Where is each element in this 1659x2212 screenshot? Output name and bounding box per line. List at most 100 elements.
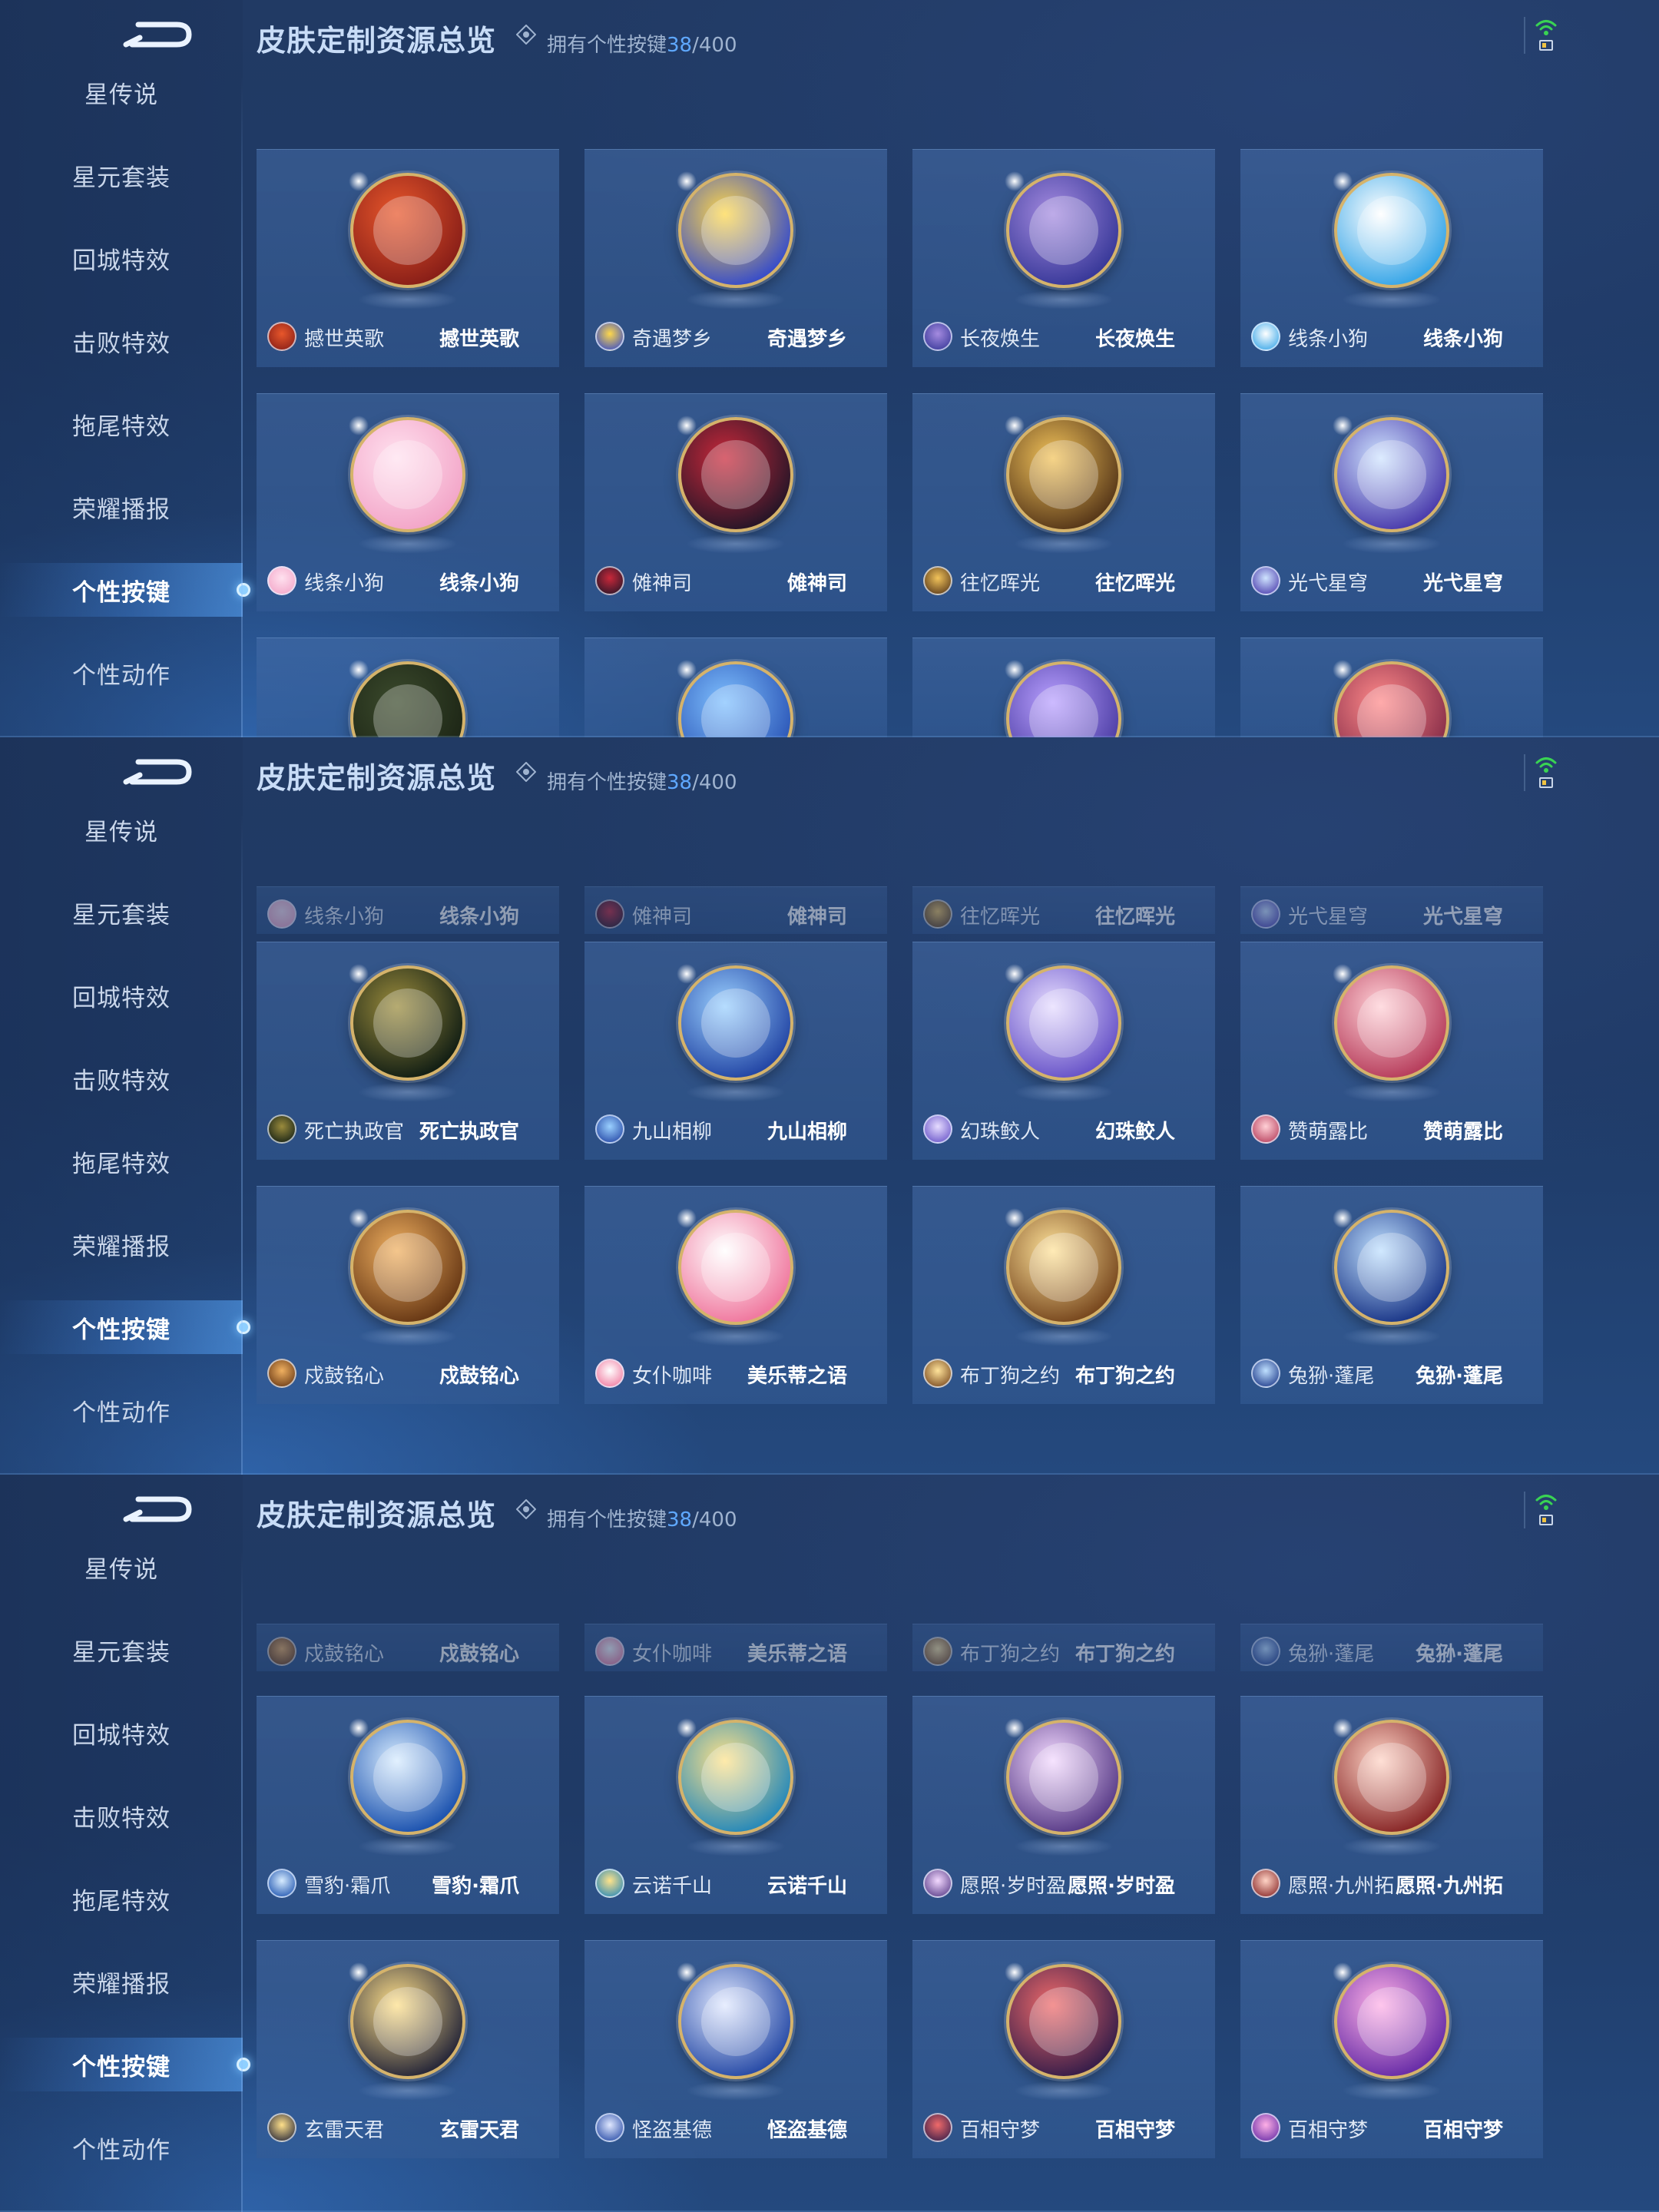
skin-card[interactable]: 九山相柳 九山相柳 [584, 942, 887, 1160]
emblem-reflection [686, 1836, 786, 1856]
info-icon[interactable] [516, 1499, 536, 1519]
skin-card[interactable]: 愿照·九州拓 愿照·九州拓 [1240, 1696, 1543, 1914]
emblem-reflection [358, 534, 458, 554]
sidebar-item-3[interactable]: 回城特效 [0, 231, 243, 285]
skin-card[interactable]: 奇遇梦乡 奇遇梦乡 [584, 149, 887, 367]
skin-card[interactable]: 戍鼓铭心 戍鼓铭心 [257, 1624, 559, 1671]
skin-name: 死亡执政官 [419, 1121, 519, 1144]
emblem-core [701, 1743, 770, 1812]
sparkle-icon [349, 1208, 369, 1228]
sidebar-item-3[interactable]: 回城特效 [0, 1706, 243, 1760]
sidebar-item-1[interactable]: 星传说 [0, 65, 243, 119]
skin-card[interactable]: 怪盗基德 怪盗基德 [584, 1940, 887, 2158]
skin-card[interactable]: 线条小狗 线条小狗 [1240, 149, 1543, 367]
skin-card[interactable]: 幻珠鲛人 幻珠鲛人 [912, 942, 1215, 1160]
hero-name: 布丁狗之约 [960, 1365, 1061, 1388]
owned-count: 38 [667, 34, 693, 57]
sidebar-item-1[interactable]: 星传说 [0, 1540, 243, 1594]
skin-card[interactable]: 雪豹·霜爪 雪豹·霜爪 [257, 1696, 559, 1914]
hero-name: 死亡执政官 [304, 1121, 405, 1144]
sidebar-item-4[interactable]: 击败特效 [0, 1051, 243, 1105]
skin-emblem-icon [1005, 964, 1121, 1081]
skin-name: 线条小狗 [439, 906, 519, 929]
sidebar-item-5[interactable]: 拖尾特效 [0, 1134, 243, 1188]
skin-card[interactable]: 百相守梦 百相守梦 [912, 1940, 1215, 2158]
skin-card[interactable] [912, 637, 1215, 737]
emblem-reflection [1014, 1836, 1114, 1856]
skin-card[interactable]: 死亡执政官 死亡执政官 [257, 942, 559, 1160]
skin-name: 傩神司 [786, 572, 847, 595]
skin-card[interactable]: 云诺千山 云诺千山 [584, 1696, 887, 1914]
skin-name: 长夜焕生 [1094, 328, 1175, 351]
skin-card[interactable] [257, 637, 559, 737]
skin-card[interactable]: 兔狲·蓬尾 兔狲·蓬尾 [1240, 1186, 1543, 1404]
sidebar-item-7[interactable]: 个性按键 [0, 1300, 250, 1354]
skin-card[interactable]: 兔狲·蓬尾 兔狲·蓬尾 [1240, 1624, 1543, 1671]
skin-card[interactable]: 布丁狗之约 布丁狗之约 [912, 1186, 1215, 1404]
sparkle-icon [349, 1718, 369, 1738]
skin-card[interactable]: 往忆晖光 往忆晖光 [912, 393, 1215, 611]
sidebar-item-7[interactable]: 个性按键 [0, 563, 250, 617]
wifi-icon [1535, 20, 1557, 35]
screen: 星传说 星元套装 回城特效 击败特效 拖尾特效 荣耀播报 个性按键 个性动作 皮肤定制资源总览… [0, 0, 1659, 2212]
skin-emblem-icon [677, 1718, 793, 1835]
sidebar-item-1[interactable]: 星传说 [0, 803, 243, 856]
emblem-core [373, 988, 442, 1058]
back-button[interactable] [123, 754, 192, 790]
sidebar-item-6[interactable]: 荣耀播报 [0, 1217, 243, 1271]
sidebar-item-5[interactable]: 拖尾特效 [0, 1872, 243, 1926]
skin-card[interactable]: 女仆咖啡 美乐蒂之语 [584, 1624, 887, 1671]
skin-card[interactable]: 女仆咖啡 美乐蒂之语 [584, 1186, 887, 1404]
skin-emblem-icon [1333, 660, 1449, 737]
hero-name: 线条小狗 [1288, 328, 1369, 351]
skin-card[interactable]: 光弋星穹 光弋星穹 [1240, 886, 1543, 934]
back-button[interactable] [123, 17, 192, 52]
skin-card[interactable]: 撼世英歌 撼世英歌 [257, 149, 559, 367]
sidebar-item-4[interactable]: 击败特效 [0, 314, 243, 368]
sidebar-item-8[interactable]: 个性动作 [0, 2121, 243, 2174]
skin-card[interactable]: 傩神司 傩神司 [584, 886, 887, 934]
hero-avatar [923, 566, 952, 595]
skin-emblem-icon [677, 171, 793, 288]
hero-name: 傩神司 [632, 906, 693, 929]
skin-card[interactable]: 百相守梦 百相守梦 [1240, 1940, 1543, 2158]
sidebar-item-4[interactable]: 击败特效 [0, 1789, 243, 1843]
sidebar-item-7[interactable]: 个性按键 [0, 2038, 250, 2091]
skin-card[interactable] [584, 637, 887, 737]
sparkle-icon [1333, 964, 1353, 984]
sidebar-item-2[interactable]: 星元套装 [0, 148, 243, 202]
sidebar-item-2[interactable]: 星元套装 [0, 886, 243, 939]
sidebar-item-3[interactable]: 回城特效 [0, 969, 243, 1022]
sidebar-item-5[interactable]: 拖尾特效 [0, 397, 243, 451]
info-icon[interactable] [516, 762, 536, 782]
skin-card[interactable]: 长夜焕生 长夜焕生 [912, 149, 1215, 367]
skin-card[interactable]: 玄雷天君 玄雷天君 [257, 1940, 559, 2158]
sidebar-item-8[interactable]: 个性动作 [0, 1383, 243, 1437]
skin-card[interactable]: 戍鼓铭心 戍鼓铭心 [257, 1186, 559, 1404]
info-icon[interactable] [516, 25, 536, 45]
emblem-reflection [358, 1836, 458, 1856]
back-button[interactable] [123, 1492, 192, 1527]
skin-card[interactable]: 光弋星穹 光弋星穹 [1240, 393, 1543, 611]
sparkle-icon [677, 1718, 697, 1738]
sidebar-item-2[interactable]: 星元套装 [0, 1623, 243, 1677]
sidebar-item-8[interactable]: 个性动作 [0, 646, 243, 700]
skin-card[interactable] [1240, 637, 1543, 737]
skin-card[interactable]: 赞萌露比 赞萌露比 [1240, 942, 1543, 1160]
skin-name: 线条小狗 [1422, 328, 1503, 351]
battery-icon [1539, 777, 1553, 788]
sidebar-item-6[interactable]: 荣耀播报 [0, 480, 243, 534]
emblem-reflection [1342, 534, 1442, 554]
skin-card[interactable]: 线条小狗 线条小狗 [257, 886, 559, 934]
skin-card[interactable]: 愿照·岁时盈 愿照·岁时盈 [912, 1696, 1215, 1914]
sidebar-item-6[interactable]: 荣耀播报 [0, 1955, 243, 2008]
skin-card[interactable]: 布丁狗之约 布丁狗之约 [912, 1624, 1215, 1671]
skin-card[interactable]: 傩神司 傩神司 [584, 393, 887, 611]
hero-name: 玄雷天君 [304, 2119, 385, 2142]
skin-card[interactable]: 线条小狗 线条小狗 [257, 393, 559, 611]
emblem-core [1357, 988, 1426, 1058]
skin-name: 往忆晖光 [1094, 906, 1175, 929]
skin-card[interactable]: 往忆晖光 往忆晖光 [912, 886, 1215, 934]
sparkle-icon [1333, 1718, 1353, 1738]
emblem-core [373, 1233, 442, 1302]
